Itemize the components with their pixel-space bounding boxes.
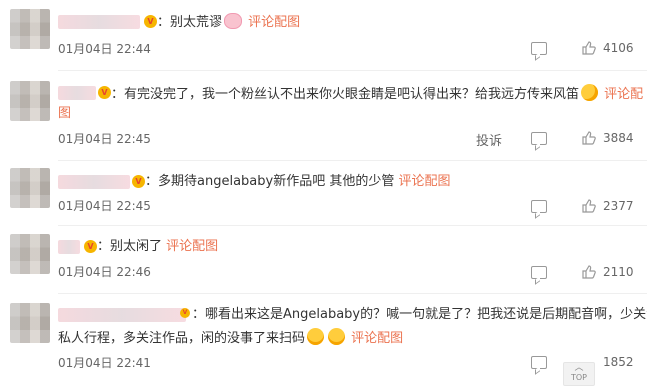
report-button[interactable]: 投诉 <box>476 130 502 149</box>
wow-face-icon <box>307 328 325 345</box>
comment-image-link[interactable]: 评论配图 <box>351 331 403 346</box>
scroll-to-top-label: TOP <box>570 373 587 382</box>
comment-time: 01月04日 22:44 <box>58 42 151 56</box>
comment-image-link[interactable]: 评论配图 <box>166 239 218 254</box>
avatar[interactable] <box>10 168 50 208</box>
comment-text: ：哪看出来这是Angelababy的？喊一句就是了？把我还说是后期配音啊，少关注 <box>192 307 647 322</box>
vip-badge-icon: V <box>98 86 111 99</box>
like-icon[interactable] <box>582 199 596 213</box>
comment-image-link-continued[interactable]: 图 <box>58 105 71 123</box>
avatar[interactable] <box>10 303 50 343</box>
pig-face-icon <box>224 13 243 29</box>
comment-icon[interactable] <box>531 132 547 145</box>
comment-text: ：有完没完了，我一个粉丝认不出来你火眼金睛是吧认得出来？给我远方传来风笛 <box>111 87 580 102</box>
like-icon[interactable] <box>582 265 596 279</box>
like-count: 4106 <box>603 41 634 55</box>
comment-time: 01月04日 22:46 <box>58 265 151 279</box>
like-count: 1852 <box>603 355 634 369</box>
comment-icon[interactable] <box>531 200 547 213</box>
avatar[interactable] <box>10 234 50 274</box>
comment-image-link[interactable]: 评论配 <box>604 87 643 102</box>
username[interactable] <box>58 15 140 29</box>
wow-face-icon <box>328 328 346 345</box>
comment-time: 01月04日 22:45 <box>58 199 151 213</box>
divider <box>58 225 647 226</box>
vip-badge-icon: V <box>144 15 157 28</box>
comment-text: ：别太荒谬 <box>157 15 223 30</box>
vip-badge-icon: V <box>180 308 190 318</box>
like-count: 3884 <box>603 131 634 145</box>
comment-icon[interactable] <box>531 42 547 55</box>
like-count: 2110 <box>603 265 634 279</box>
vip-badge-icon: V <box>132 175 145 188</box>
like-count: 2377 <box>603 199 634 213</box>
avatar[interactable] <box>10 81 50 121</box>
like-icon[interactable] <box>582 41 596 55</box>
avatar[interactable] <box>10 9 50 49</box>
comment-text-continued: 私人行程，多关注作品，闲的没事了来扫码 <box>58 331 306 346</box>
comment-icon[interactable] <box>531 266 547 279</box>
divider <box>58 70 647 71</box>
username[interactable] <box>58 86 96 100</box>
comment-time: 01月04日 22:41 <box>58 356 151 370</box>
username[interactable] <box>58 175 130 189</box>
like-icon[interactable] <box>582 131 596 145</box>
divider <box>58 160 647 161</box>
comment-text: ：别太闲了 <box>97 239 163 254</box>
username[interactable] <box>58 308 186 322</box>
vip-badge-icon: V <box>84 240 97 253</box>
username[interactable] <box>58 240 80 254</box>
scroll-to-top-button[interactable]: ︿ TOP <box>563 362 595 386</box>
chevron-up-icon: ︿ <box>574 363 584 373</box>
comment-text: ：多期待angelababy新作品吧 其他的少管 <box>145 174 395 189</box>
comment-image-link[interactable]: 评论配图 <box>248 15 300 30</box>
divider <box>58 293 647 294</box>
kiss-face-icon <box>581 84 599 101</box>
comment-time: 01月04日 22:45 <box>58 132 151 146</box>
comment-image-link[interactable]: 评论配图 <box>398 174 450 189</box>
comment-icon[interactable] <box>531 356 547 369</box>
